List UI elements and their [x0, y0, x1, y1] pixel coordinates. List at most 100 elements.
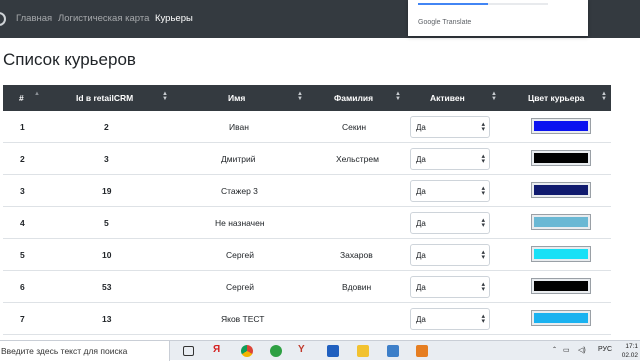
active-select[interactable]: Да ▴ ▾: [410, 244, 490, 266]
clock-time: 17:1: [625, 343, 638, 350]
courier-color-swatch[interactable]: [531, 150, 591, 166]
active-select[interactable]: Да ▴ ▾: [410, 276, 490, 298]
surname-cell: Секин: [342, 122, 367, 132]
active-select-value: Да: [416, 187, 426, 196]
name-cell: Не назначен: [215, 218, 265, 228]
row-number: 2: [20, 154, 25, 164]
brand-logo-icon[interactable]: [0, 12, 6, 26]
surname-cell: Хельстрем: [336, 154, 379, 164]
task-view-icon[interactable]: [183, 346, 194, 356]
crm-id-cell: 3: [104, 154, 109, 164]
column-header-name[interactable]: Имя: [228, 93, 245, 103]
crm-id-cell: 5: [104, 218, 109, 228]
taskbar-search-placeholder: Введите здесь текст для поиска: [1, 346, 128, 356]
table-row: 6 53 Сергей Вдовин Да ▴ ▾: [3, 271, 611, 303]
courier-color-swatch[interactable]: [531, 246, 591, 262]
app-y-icon[interactable]: Y: [298, 344, 310, 356]
crm-id-cell: 10: [102, 250, 112, 260]
chevron-updown-icon: ▴ ▾: [481, 217, 485, 229]
google-translate-logo: Google Translate: [418, 19, 471, 26]
active-select-value: Да: [416, 315, 426, 324]
sort-asc-icon[interactable]: ▲: [34, 91, 40, 97]
active-select[interactable]: Да ▴ ▾: [410, 116, 490, 138]
active-select-value: Да: [416, 251, 426, 260]
chevron-updown-icon: ▴ ▾: [481, 153, 485, 165]
nav-link-home[interactable]: Главная: [16, 13, 52, 24]
row-number: 1: [20, 122, 25, 132]
chevron-updown-icon: ▴ ▾: [481, 281, 485, 293]
courier-color-swatch[interactable]: [531, 118, 591, 134]
active-select-value: Да: [416, 219, 426, 228]
page-title: Список курьеров: [3, 50, 136, 69]
column-header-surname[interactable]: Фамилия: [334, 93, 373, 103]
active-select-value: Да: [416, 123, 426, 132]
yandex-browser-icon[interactable]: Я: [213, 344, 225, 356]
column-header-crm-id[interactable]: Id в retailCRM: [76, 93, 133, 103]
chrome-icon[interactable]: [241, 345, 253, 357]
name-cell: Дмитрий: [221, 154, 256, 164]
courier-color-swatch[interactable]: [531, 278, 591, 294]
table-row: 1 2 Иван Секин Да ▴ ▾: [3, 111, 611, 143]
courier-color-swatch[interactable]: [531, 310, 591, 326]
courier-color-swatch[interactable]: [531, 214, 591, 230]
name-cell: Иван: [229, 122, 249, 132]
active-select[interactable]: Да ▴ ▾: [410, 308, 490, 330]
sort-icon[interactable]: ▲ ▼: [601, 91, 607, 102]
crm-id-cell: 2: [104, 122, 109, 132]
active-select[interactable]: Да ▴ ▾: [410, 148, 490, 170]
outlook-icon[interactable]: [327, 345, 339, 357]
nav-link-logistics-map[interactable]: Логистическая карта: [58, 13, 149, 24]
row-number: 5: [20, 250, 25, 260]
table-header: # ▲ Id в retailCRM ▲ ▼ Имя ▲ ▼ Фамилия ▲ ▼ …: [3, 85, 611, 111]
chevron-updown-icon: ▴ ▾: [481, 185, 485, 197]
active-select[interactable]: Да ▴ ▾: [410, 180, 490, 202]
active-select-value: Да: [416, 155, 426, 164]
tray-chevron-icon[interactable]: ⌃: [552, 346, 557, 353]
table-row: 4 5 Не назначен Да ▴ ▾: [3, 207, 611, 239]
translate-logo-text: Translate: [442, 19, 472, 26]
translate-progress-track: [488, 3, 548, 5]
surname-cell: Захаров: [340, 250, 373, 260]
google-logo-text: Google: [418, 19, 441, 26]
taskbar-search-input[interactable]: Введите здесь текст для поиска: [0, 341, 170, 361]
active-select[interactable]: Да ▴ ▾: [410, 212, 490, 234]
language-indicator[interactable]: РУС: [598, 346, 612, 353]
column-header-color[interactable]: Цвет курьера: [528, 93, 584, 103]
taskbar-clock[interactable]: 17:1 02.02: [622, 342, 638, 360]
row-number: 3: [20, 186, 25, 196]
name-cell: Сергей: [226, 250, 254, 260]
crm-id-cell: 13: [102, 314, 112, 324]
row-number: 7: [20, 314, 25, 324]
nav-link-couriers[interactable]: Курьеры: [155, 13, 193, 24]
clock-date: 02.02: [621, 352, 638, 359]
crm-id-cell: 19: [102, 186, 112, 196]
sort-icon[interactable]: ▲ ▼: [395, 91, 401, 102]
courier-color-swatch[interactable]: [531, 182, 591, 198]
row-number: 6: [20, 282, 25, 292]
volume-icon[interactable]: ◁): [578, 346, 586, 354]
name-cell: Сергей: [226, 282, 254, 292]
name-cell: Яков ТЕСТ: [221, 314, 265, 324]
chevron-updown-icon: ▴ ▾: [481, 313, 485, 325]
sort-icon[interactable]: ▲ ▼: [297, 91, 303, 102]
column-header-number[interactable]: #: [19, 93, 24, 103]
messenger-icon[interactable]: [270, 345, 282, 357]
app-orange-icon[interactable]: [416, 345, 428, 357]
crm-id-cell: 53: [102, 282, 112, 292]
surname-cell: Вдовин: [342, 282, 372, 292]
row-number: 4: [20, 218, 25, 228]
table-row: 2 3 Дмитрий Хельстрем Да ▴ ▾: [3, 143, 611, 175]
table-row: 3 19 Стажер 3 Да ▴ ▾: [3, 175, 611, 207]
active-select-value: Да: [416, 283, 426, 292]
table-row: 5 10 Сергей Захаров Да ▴ ▾: [3, 239, 611, 271]
sort-icon[interactable]: ▲ ▼: [162, 91, 168, 102]
remote-desktop-icon[interactable]: [387, 345, 399, 357]
name-cell: Стажер 3: [221, 186, 258, 196]
file-explorer-icon[interactable]: [357, 345, 369, 357]
translate-progress-bar: [418, 3, 488, 5]
network-icon[interactable]: ▭: [563, 346, 570, 354]
chevron-updown-icon: ▴ ▾: [481, 121, 485, 133]
couriers-table-body: 1 2 Иван Секин Да ▴ ▾ 2 3 Дмитрий Хельстр…: [3, 111, 611, 335]
sort-icon[interactable]: ▲ ▼: [491, 91, 497, 102]
column-header-active[interactable]: Активен: [430, 93, 465, 103]
